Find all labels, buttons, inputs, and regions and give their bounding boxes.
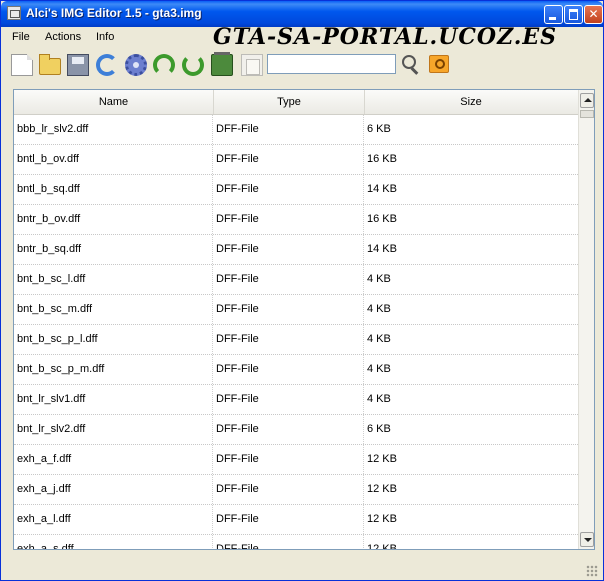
menu-info[interactable]: Info: [96, 31, 114, 43]
scroll-down-arrow-icon[interactable]: [580, 532, 594, 547]
refresh-icon[interactable]: [96, 54, 118, 76]
table-row[interactable]: bntr_b_ov.dff DFF-File 16 KB: [14, 205, 578, 235]
cell-type: DFF-File: [214, 355, 364, 384]
cell-size: 4 KB: [367, 333, 391, 345]
cell-size: 4 KB: [367, 363, 391, 375]
cell-type: DFF-File: [214, 115, 364, 144]
column-header-type[interactable]: Type: [214, 90, 365, 114]
cell-type: DFF-File: [214, 205, 364, 234]
column-header-size[interactable]: Size: [365, 90, 577, 114]
cell-name: exh_a_l.dff: [14, 505, 213, 534]
cell-name: bntr_b_sq.dff: [14, 235, 213, 264]
cell-size: 12 KB: [367, 483, 397, 495]
cell-name: bnt_lr_slv2.dff: [14, 415, 213, 444]
table-row[interactable]: bnt_b_sc_p_l.dff DFF-File 4 KB: [14, 325, 578, 355]
table-row[interactable]: exh_a_f.dff DFF-File 12 KB: [14, 445, 578, 475]
table-header: Name Type Size: [14, 90, 578, 115]
cell-type: DFF-File: [214, 415, 364, 444]
cell-size: 12 KB: [367, 513, 397, 525]
cell-name: exh_a_j.dff: [14, 475, 213, 504]
cell-type: DFF-File: [214, 385, 364, 414]
cell-name: bnt_b_sc_p_l.dff: [14, 325, 213, 354]
cell-type: DFF-File: [214, 265, 364, 294]
window-title: Alci's IMG Editor 1.5 - gta3.img: [26, 6, 202, 20]
menu-file[interactable]: File: [12, 31, 30, 43]
cell-size: 4 KB: [367, 393, 391, 405]
cell-name: bntl_b_ov.dff: [14, 145, 213, 174]
cell-name: bbb_lr_slv2.dff: [14, 115, 213, 144]
table-row[interactable]: bnt_lr_slv1.dff DFF-File 4 KB: [14, 385, 578, 415]
search-input[interactable]: [267, 54, 396, 74]
cell-size: 4 KB: [367, 273, 391, 285]
cell-size: 14 KB: [367, 183, 397, 195]
cell-name: exh_a_s.dff: [14, 535, 213, 549]
table-row[interactable]: bbb_lr_slv2.dff DFF-File 6 KB: [14, 115, 578, 145]
cell-type: DFF-File: [214, 145, 364, 174]
cell-size: 6 KB: [367, 423, 391, 435]
save-disk-icon[interactable]: [67, 54, 89, 76]
table-row[interactable]: bnt_b_sc_l.dff DFF-File 4 KB: [14, 265, 578, 295]
table-row[interactable]: bntl_b_sq.dff DFF-File 14 KB: [14, 175, 578, 205]
table-row[interactable]: exh_a_s.dff DFF-File 12 KB: [14, 535, 578, 550]
search-icon[interactable]: [401, 54, 419, 74]
new-file-icon[interactable]: [11, 54, 33, 76]
cell-name: bnt_b_sc_p_m.dff: [14, 355, 213, 384]
cell-type: DFF-File: [214, 325, 364, 354]
table-row[interactable]: bntl_b_ov.dff DFF-File 16 KB: [14, 145, 578, 175]
copy-icon[interactable]: [241, 54, 263, 76]
table-body: bbb_lr_slv2.dff DFF-File 6 KB bntl_b_ov.df…: [14, 115, 578, 550]
column-header-name[interactable]: Name: [14, 90, 214, 114]
resize-grip-icon[interactable]: [586, 565, 598, 577]
table-row[interactable]: bntr_b_sq.dff DFF-File 14 KB: [14, 235, 578, 265]
cell-type: DFF-File: [214, 535, 364, 549]
find-icon[interactable]: [429, 55, 449, 73]
minimize-button[interactable]: [544, 5, 563, 24]
cell-size: 12 KB: [367, 453, 397, 465]
open-folder-icon[interactable]: [39, 54, 61, 75]
cell-name: exh_a_f.dff: [14, 445, 213, 474]
file-table: Name Type Size bbb_lr_slv2.dff DFF-File 6 …: [13, 89, 595, 550]
vertical-scrollbar[interactable]: [578, 90, 594, 549]
import-arrow-icon[interactable]: [153, 54, 175, 76]
cell-size: 4 KB: [367, 303, 391, 315]
table-row[interactable]: bnt_b_sc_p_m.dff DFF-File 4 KB: [14, 355, 578, 385]
app-icon: [7, 6, 21, 20]
cell-name: bntl_b_sq.dff: [14, 175, 213, 204]
close-button[interactable]: ✕: [584, 5, 603, 24]
cell-size: 6 KB: [367, 123, 391, 135]
table-row[interactable]: bnt_lr_slv2.dff DFF-File 6 KB: [14, 415, 578, 445]
table-row[interactable]: bnt_b_sc_m.dff DFF-File 4 KB: [14, 295, 578, 325]
table-row[interactable]: exh_a_l.dff DFF-File 12 KB: [14, 505, 578, 535]
cell-type: DFF-File: [214, 175, 364, 204]
cell-size: 16 KB: [367, 213, 397, 225]
cell-name: bntr_b_ov.dff: [14, 205, 213, 234]
app-window: Alci's IMG Editor 1.5 - gta3.img ✕ File …: [0, 0, 604, 581]
table-row[interactable]: exh_a_j.dff DFF-File 12 KB: [14, 475, 578, 505]
scroll-up-arrow-icon[interactable]: [580, 93, 594, 108]
maximize-button[interactable]: [564, 5, 583, 24]
cell-type: DFF-File: [214, 445, 364, 474]
settings-gear-icon[interactable]: [125, 54, 147, 76]
cell-type: DFF-File: [214, 475, 364, 504]
export-arrow-icon[interactable]: [182, 54, 204, 76]
status-bar: [2, 559, 602, 580]
cell-name: bnt_b_sc_m.dff: [14, 295, 213, 324]
cell-type: DFF-File: [214, 235, 364, 264]
menu-actions[interactable]: Actions: [45, 31, 81, 43]
cell-name: bnt_lr_slv1.dff: [14, 385, 213, 414]
cell-size: 16 KB: [367, 153, 397, 165]
cell-name: bnt_b_sc_l.dff: [14, 265, 213, 294]
scroll-thumb[interactable]: [580, 110, 594, 118]
watermark-text: GTA-SA-PORTAL.UCOZ.ES: [213, 24, 558, 50]
cell-size: 12 KB: [367, 543, 397, 550]
delete-bin-icon[interactable]: [211, 52, 233, 76]
cell-type: DFF-File: [214, 295, 364, 324]
cell-size: 14 KB: [367, 243, 397, 255]
cell-type: DFF-File: [214, 505, 364, 534]
